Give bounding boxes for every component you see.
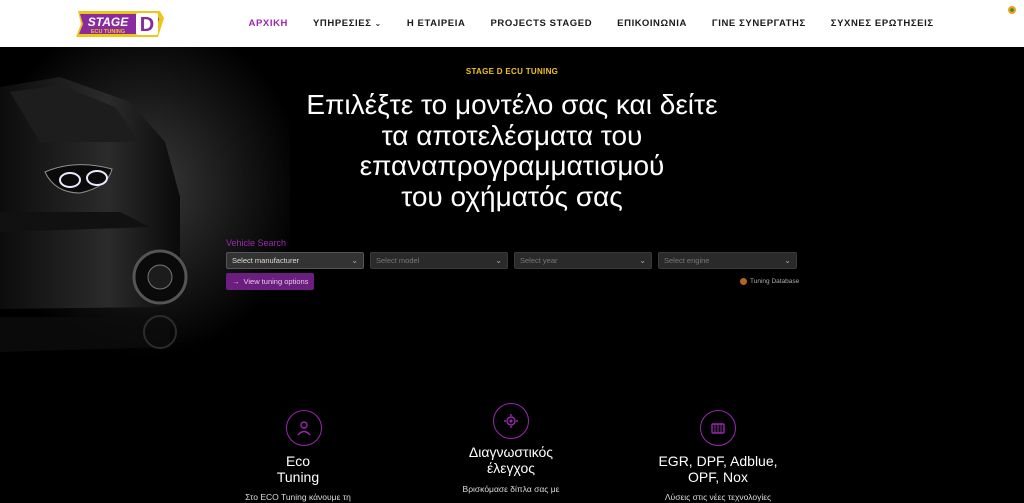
manufacturer-select[interactable]: Select manufacturer ⌄ [226, 252, 364, 269]
hero-title: Επιλέξτε το μοντέλο σας και δείτε τα απο… [306, 89, 718, 212]
feature-title-eco: Eco Tuning [276, 453, 320, 485]
logo-subtext: ECU TUNING [91, 29, 125, 35]
chevron-down-icon: ⌄ [639, 256, 646, 265]
filter-icon [711, 423, 725, 434]
model-select[interactable]: Select model ⌄ [370, 252, 508, 269]
feature-text-eco: Στο ECO Tuning κάνουμε τη [245, 492, 351, 502]
main-nav: ΑΡΧΙΚΗ ΥΠΗΡΕΣΙΕΣ ⌄ Η ΕΤΑΙΡΕΙΑ PROJECTS ST… [236, 0, 946, 47]
chevron-down-icon: ⌄ [351, 256, 358, 265]
hero-eyebrow: STAGE D ECU TUNING [465, 67, 559, 76]
diagnostic-gear-icon [504, 414, 518, 428]
chevron-down-icon: ⌄ [495, 256, 502, 265]
svg-text:D: D [140, 14, 154, 36]
nav-item-faq[interactable]: ΣΥΧΝΕΣ ΕΡΩΤΗΣΕΙΣ [818, 18, 946, 29]
year-select[interactable]: Select year ⌄ [514, 252, 652, 269]
feature-text-egr: Λύσεις στις νέες τεχνολογίες [664, 492, 772, 502]
language-flag-icon[interactable] [1006, 4, 1018, 16]
gear-person-icon [297, 421, 311, 436]
nav-item-contact[interactable]: ΕΠΙΚΟΙΝΩΝΙΑ [605, 18, 700, 29]
features-section: Eco Tuning Στο ECO Tuning κάνουμε τη Διαγ… [0, 367, 1024, 503]
hero-section: STAGE D ECU TUNING Επιλέξτε το μοντέλο σ… [0, 47, 1024, 367]
top-navigation-bar: D STAGE ECU TUNING ΑΡΧΙΚΗ ΥΠΗΡΕΣΙΕΣ ⌄ Η Ε… [0, 0, 1024, 47]
nav-item-services[interactable]: ΥΠΗΡΕΣΙΕΣ ⌄ [301, 18, 395, 29]
feature-eco-tuning-icon [286, 410, 322, 446]
arrow-right-icon: → [232, 277, 240, 286]
tuning-database-link[interactable]: Tuning Database [740, 278, 799, 285]
nav-item-projects[interactable]: PROJECTS STAGED [478, 18, 605, 29]
feature-diagnostic-icon [493, 403, 529, 439]
vehicle-search-label: Vehicle Search [226, 238, 287, 248]
nav-item-company[interactable]: Η ΕΤΑΙΡΕΙΑ [394, 18, 478, 29]
engine-select[interactable]: Select engine ⌄ [658, 252, 797, 269]
stage-d-logo[interactable]: D STAGE ECU TUNING [74, 8, 166, 40]
nav-item-partner[interactable]: ΓΙΝΕ ΣΥΝΕΡΓΑΤΗΣ [699, 18, 818, 29]
feature-text-diagnostic: Βρισκόμασε δίπλα σας με [462, 484, 560, 494]
database-icon [740, 278, 747, 285]
logo-text: STAGE [88, 15, 129, 29]
nav-item-home[interactable]: ΑΡΧΙΚΗ [236, 18, 301, 29]
chevron-down-icon: ⌄ [784, 256, 791, 265]
feature-egr-icon [700, 410, 736, 446]
car-image [0, 47, 290, 357]
view-tuning-options-button[interactable]: → View tuning options [226, 273, 314, 290]
feature-title-diagnostic: Διαγνωστικός έλεγχος [468, 444, 554, 476]
chevron-down-icon: ⌄ [374, 19, 382, 28]
feature-title-egr: EGR, DPF, Adblue, OPF, Nox [658, 453, 778, 485]
